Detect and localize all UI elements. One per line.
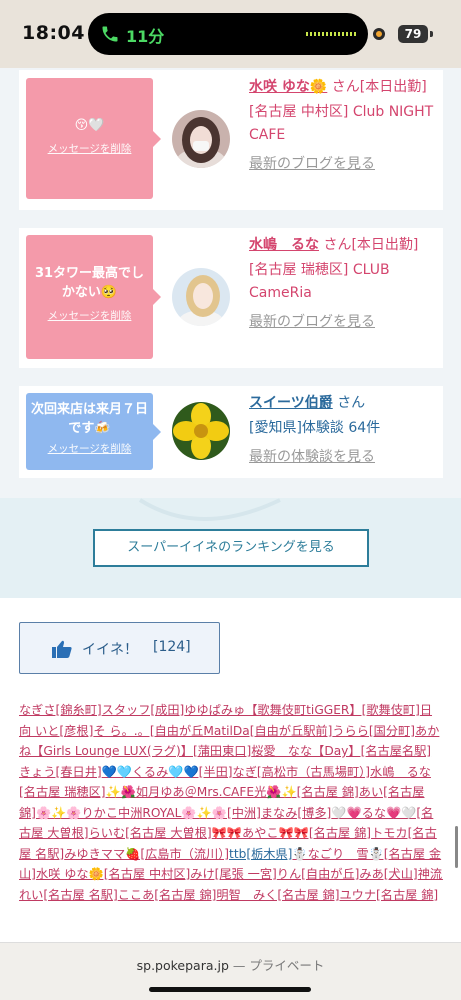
latest-review-link[interactable]: 最新の体験談を見る <box>249 449 375 465</box>
liked-by-link[interactable]: ✨🌺如月ゆあ＠Mrs.CAFE光🌺✨[名古屋 錦] <box>106 785 359 799</box>
thumbs-up-icon <box>52 640 72 658</box>
phone-icon <box>102 26 118 42</box>
liked-by-link[interactable]: 🌸✨🌸りかこ中洲ROYAL🌸✨🌸[中洲] <box>36 806 261 820</box>
cast-name-link[interactable]: 水嶋 るな <box>249 237 319 253</box>
liked-by-link[interactable]: りん[自由が丘] <box>277 867 360 881</box>
status-bar: 18:04 11分 79 <box>0 0 461 68</box>
liked-by-link[interactable]: ttb[栃木県] <box>229 847 292 861</box>
message-bubble: 次回来店は来月７日です🍻 メッセージを削除 <box>26 393 161 470</box>
honorific: さん <box>323 237 352 253</box>
status-time: 18:04 <box>22 22 85 44</box>
dynamic-island[interactable]: 11分 <box>88 13 368 55</box>
cast-info: スイーツ伯爵 さん [愛知県]体験談 64件 最新の体験談を見る <box>249 392 439 469</box>
battery-tip <box>430 31 433 37</box>
liked-by-link[interactable]: ここあ[名古屋 錦] <box>118 888 217 902</box>
message-text: 😚🤍 <box>74 118 105 133</box>
call-duration: 11分 <box>126 27 165 46</box>
liked-by-link[interactable]: きょう[春日井] <box>19 765 102 779</box>
avatar[interactable] <box>172 110 230 168</box>
liked-by-link[interactable]: うらら[国分町] <box>332 724 415 738</box>
honorific: さん <box>337 395 366 411</box>
flower-avatar <box>172 402 230 460</box>
avatar-photo <box>172 268 230 326</box>
like-button[interactable]: イイネ！ [124] <box>19 622 220 674</box>
liked-by-link[interactable]: まなみ[博多] <box>261 806 331 820</box>
liked-by-link[interactable]: 桜愛 なな【Day】[名古屋名駅] <box>251 744 431 758</box>
url-separator: — <box>228 958 250 973</box>
private-mode-label: プライベート <box>249 958 325 973</box>
shop-area: [名古屋 中村区] Club NIGHT CAFE <box>249 104 434 143</box>
liked-by-link[interactable]: スタッフ[成田] <box>102 703 185 717</box>
honorific: さん <box>331 79 360 95</box>
liked-by-link[interactable]: みけ[尾張 一宮] <box>190 867 277 881</box>
review-count: [愛知県]体験談 64件 <box>249 420 381 436</box>
battery-icon: 79 <box>398 25 428 43</box>
liked-by-link[interactable]: みあ[犬山] <box>359 867 417 881</box>
message-bubble: 😚🤍 メッセージを削除 <box>26 78 161 199</box>
liked-by-link[interactable]: ゆゆぱみゅ【歌舞伎町tiGGER】[歌舞伎町] <box>184 703 420 717</box>
audio-wave-icon <box>306 32 356 36</box>
message-text: 次回来店は来月７日です🍻 <box>30 402 148 436</box>
liked-by-link[interactable]: なぎさ[錦糸町] <box>19 703 102 717</box>
message-card: 😚🤍 メッセージを削除 水咲 ゆな🌼 さん[本日出勤] [名古屋 中村区] Cl… <box>19 70 443 210</box>
liked-by-link[interactable]: 🎀🎀あやこ🎀🎀[名古屋 錦] <box>212 826 371 840</box>
liked-by-link[interactable]: 明智 みく[名古屋 錦] <box>216 888 339 902</box>
url-domain: sp.pokepara.jp <box>136 958 229 973</box>
shop-area: [名古屋 瑞穂区] CLUB CameRia <box>249 262 390 301</box>
liked-by-link[interactable]: そ ら。.。[自由が丘MatilDa[自由が丘駅前] <box>93 724 332 738</box>
latest-blog-link[interactable]: 最新のブログを見る <box>249 156 375 172</box>
avatar[interactable] <box>172 402 230 460</box>
liked-by-list: なぎさ[錦糸町]スタッフ[成田]ゆゆぱみゅ【歌舞伎町tiGGER】[歌舞伎町]日… <box>19 700 443 940</box>
scrollbar[interactable] <box>455 826 458 868</box>
liked-by-link[interactable]: ユウナ[名古屋 錦] <box>339 888 438 902</box>
privacy-indicator-icon <box>373 28 385 40</box>
like-count: [124] <box>153 639 191 655</box>
avatar-photo <box>172 110 230 168</box>
latest-blog-link[interactable]: 最新のブログを見る <box>249 314 375 330</box>
delete-message-link[interactable]: メッセージを削除 <box>26 308 153 323</box>
working-today-tag: [本日出勤] <box>359 79 427 95</box>
message-text: 31タワー最高でしかない🥺 <box>34 266 145 300</box>
liked-by-link[interactable]: 水咲 ゆな🌼[名古屋 中村区] <box>36 867 190 881</box>
reviewer-name-link[interactable]: スイーツ伯爵 <box>249 395 333 411</box>
working-today-tag: [本日出勤] <box>351 237 419 253</box>
home-indicator[interactable] <box>149 987 311 992</box>
cast-info: 水咲 ゆな🌼 さん[本日出勤] [名古屋 中村区] Club NIGHT CAF… <box>249 76 439 176</box>
super-like-ranking-button[interactable]: スーパーイイネのランキングを見る <box>93 529 369 567</box>
message-card: 31タワー最高でしかない🥺 メッセージを削除 水嶋 るな さん[本日出勤] [名… <box>19 228 443 368</box>
liked-by-link[interactable]: なぎ[高松市（古馬場町）] <box>233 765 370 779</box>
like-label: イイネ！ <box>82 642 138 658</box>
cast-info: 水嶋 るな さん[本日出勤] [名古屋 瑞穂区] CLUB CameRia 最新… <box>249 234 439 334</box>
message-bubble: 31タワー最高でしかない🥺 メッセージを削除 <box>26 235 161 359</box>
liked-by-link[interactable]: みゆきママ🍓[広島市（流川）] <box>64 847 229 861</box>
delete-message-link[interactable]: メッセージを削除 <box>26 441 153 456</box>
liked-by-link[interactable]: 💙🩵くるみ🩵💙[半田] <box>102 765 233 779</box>
liked-by-link[interactable]: らいむ[名古屋 大曽根] <box>89 826 212 840</box>
avatar[interactable] <box>172 268 230 326</box>
message-card: 次回来店は来月７日です🍻 メッセージを削除 スイーツ伯爵 さん [愛知県]体験談… <box>19 386 443 478</box>
delete-message-link[interactable]: メッセージを削除 <box>26 141 153 156</box>
cast-name-link[interactable]: 水咲 ゆな🌼 <box>249 79 327 95</box>
